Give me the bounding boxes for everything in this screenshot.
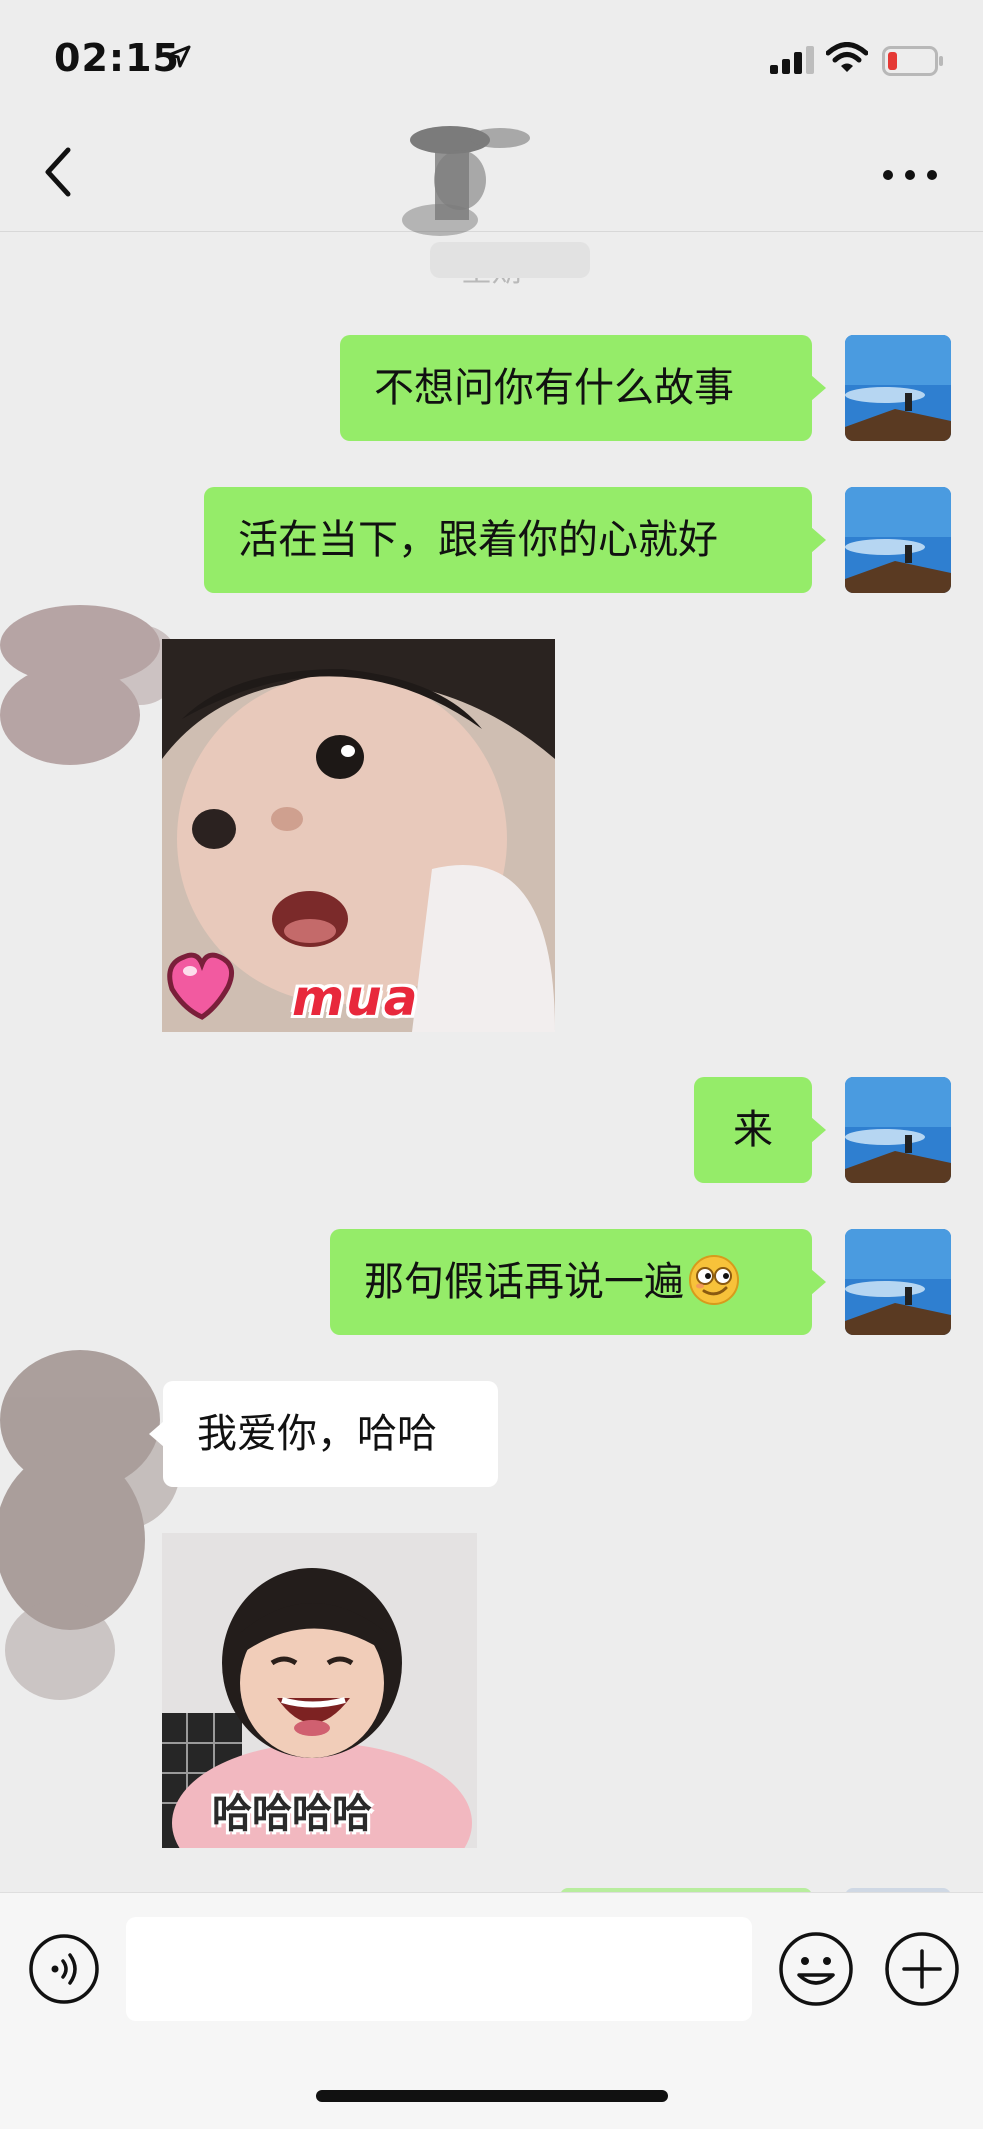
status-time: 02:15 <box>54 36 180 80</box>
sticker-caption: mua <box>292 969 420 1027</box>
redacted-date-scribble <box>430 242 590 278</box>
message-text: 不想问你有什么故事 <box>374 365 734 411</box>
my-avatar[interactable] <box>845 1229 951 1335</box>
message-bubble-incoming[interactable]: 我爱你，哈哈 <box>149 1381 498 1487</box>
ellipsis-icon[interactable] <box>880 160 940 190</box>
message-bubble-outgoing[interactable]: 来 <box>694 1077 826 1183</box>
home-indicator[interactable] <box>316 2090 668 2102</box>
location-arrow-icon <box>167 45 191 68</box>
sticker-caption: 哈哈哈哈 <box>212 1791 372 1837</box>
my-avatar[interactable] <box>845 487 951 593</box>
sticker-image[interactable]: 哈哈哈哈 <box>162 1533 477 1848</box>
message-text: 我爱你，哈哈 <box>197 1411 437 1457</box>
my-avatar[interactable] <box>845 335 951 441</box>
battery-low-icon <box>882 46 943 76</box>
chevron-left-icon[interactable] <box>34 142 84 202</box>
message-input[interactable] <box>126 1917 752 2021</box>
sky-photo-icon <box>845 1077 951 1183</box>
sky-photo-icon <box>845 335 951 441</box>
smirk-emoji-icon <box>689 1255 739 1305</box>
message-bubble-outgoing[interactable]: 不想问你有什么故事 <box>340 335 826 441</box>
message-text: 来 <box>733 1107 773 1153</box>
nav-bar <box>0 110 983 236</box>
wifi-icon <box>826 42 868 72</box>
plus-icon[interactable] <box>884 1931 960 2007</box>
voice-icon[interactable] <box>28 1933 100 2005</box>
status-bar: 02:15 <box>0 0 983 120</box>
message-bubble-outgoing[interactable]: 活在当下，跟着你的心就好 <box>204 487 826 593</box>
smiley-icon[interactable] <box>778 1931 854 2007</box>
my-avatar[interactable] <box>845 1077 951 1183</box>
chat-screen: 02:15 不想问你有什么故事 活在当下，跟着你的心就好 mua 来 那句假话再… <box>0 0 983 2129</box>
cellular-signal-icon <box>770 46 814 74</box>
message-text: 活在当下，跟着你的心就好 <box>238 517 718 563</box>
message-bubble-outgoing[interactable]: 那句假话再说一遍 <box>330 1229 826 1335</box>
message-text: 那句假话再说一遍 <box>364 1259 684 1305</box>
sky-photo-icon <box>845 487 951 593</box>
sky-photo-icon <box>845 1229 951 1335</box>
sticker-image[interactable]: mua <box>162 639 555 1032</box>
